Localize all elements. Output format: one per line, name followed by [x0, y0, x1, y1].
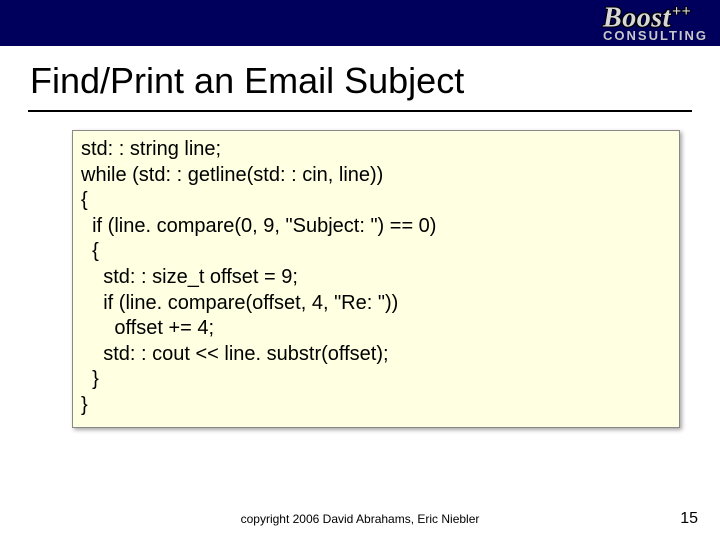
- code-block: std: : string line; while (std: : getlin…: [72, 130, 680, 428]
- boost-logo: Boost++ CONSULTING: [603, 4, 708, 42]
- code-line: offset += 4;: [81, 316, 671, 342]
- code-line: if (line. compare(offset, 4, "Re: ")): [81, 291, 671, 317]
- copyright-text: copyright 2006 David Abrahams, Eric Nieb…: [0, 512, 720, 526]
- logo-plus: ++: [672, 3, 691, 20]
- code-line: {: [81, 239, 671, 265]
- logo-subtitle: CONSULTING: [603, 29, 708, 42]
- code-line: std: : string line;: [81, 137, 671, 163]
- code-line: {: [81, 188, 671, 214]
- code-line: }: [81, 393, 671, 419]
- slide-title: Find/Print an Email Subject: [0, 46, 720, 110]
- code-line: if (line. compare(0, 9, "Subject: ") == …: [81, 214, 671, 240]
- code-line: std: : cout << line. substr(offset);: [81, 342, 671, 368]
- code-line: std: : size_t offset = 9;: [81, 265, 671, 291]
- code-line: }: [81, 367, 671, 393]
- title-divider: [28, 110, 692, 112]
- slide: Boost++ CONSULTING Find/Print an Email S…: [0, 0, 720, 540]
- header-bar: Boost++ CONSULTING: [0, 0, 720, 46]
- page-number: 15: [680, 510, 698, 528]
- code-line: while (std: : getline(std: : cin, line)): [81, 163, 671, 189]
